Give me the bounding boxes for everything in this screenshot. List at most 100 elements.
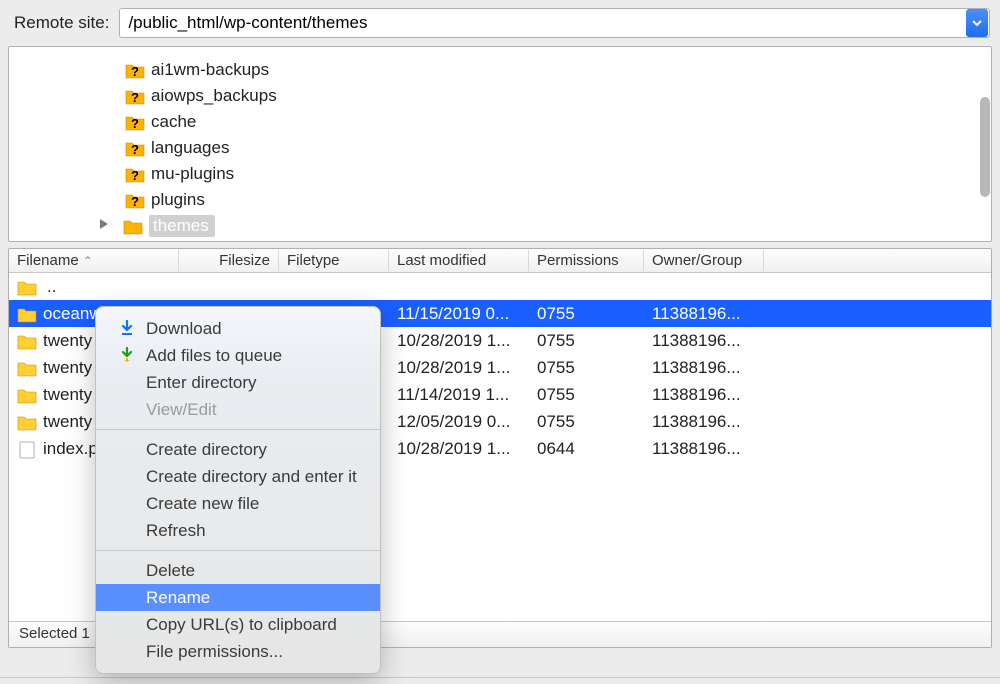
menu-separator — [96, 550, 380, 551]
folder-unknown-icon — [125, 140, 145, 156]
tree-item-label: mu-plugins — [151, 164, 234, 184]
directory-tree-pane: ai1wm-backups aiowps_backupscache language… — [8, 46, 992, 242]
tree-item-label: themes — [149, 215, 215, 237]
folder-icon — [17, 333, 37, 349]
parent-dir-label: .. — [43, 277, 56, 297]
tree-item[interactable]: aiowps_backups — [9, 83, 991, 109]
file-permissions: 0644 — [529, 439, 644, 459]
col-filename[interactable]: Filename⌃ — [9, 250, 179, 271]
menu-item-label: Create new file — [146, 494, 259, 514]
menu-separator — [96, 429, 380, 430]
file-permissions: 0755 — [529, 358, 644, 378]
file-owner: 11388196... — [644, 358, 764, 378]
tree-item-label: aiowps_backups — [151, 86, 277, 106]
tree-item-label: plugins — [151, 190, 205, 210]
menu-item-label: Delete — [146, 561, 195, 581]
col-modified[interactable]: Last modified — [389, 250, 529, 271]
tree-item[interactable]: plugins — [9, 187, 991, 213]
folder-unknown-icon — [125, 62, 145, 78]
folder-unknown-icon — [125, 88, 145, 104]
folder-icon — [123, 218, 143, 234]
menu-item-label: File permissions... — [146, 642, 283, 662]
file-modified: 10/28/2019 1... — [389, 331, 529, 351]
file-list-header: Filename⌃ Filesize Filetype Last modifie… — [9, 249, 991, 273]
menu-item-label: Create directory and enter it — [146, 467, 357, 487]
tree-item[interactable]: mu-plugins — [9, 161, 991, 187]
folder-icon — [17, 306, 37, 322]
add-queue-icon — [118, 347, 136, 365]
folder-unknown-icon — [125, 166, 145, 182]
folder-icon — [17, 387, 37, 403]
menu-item-delete[interactable]: Delete — [96, 557, 380, 584]
remote-site-bar: Remote site: — [0, 0, 1000, 46]
menu-item-label: Rename — [146, 588, 210, 608]
menu-item-download[interactable]: Download — [96, 315, 380, 342]
file-name: index.p — [43, 439, 98, 459]
bottom-divider — [0, 677, 1000, 678]
tree-item-label: languages — [151, 138, 229, 158]
file-permissions: 0755 — [529, 331, 644, 351]
tree-item[interactable]: cache — [9, 109, 991, 135]
file-permissions: 0755 — [529, 385, 644, 405]
folder-unknown-icon — [125, 114, 145, 130]
download-icon — [118, 320, 136, 338]
menu-item-refresh[interactable]: Refresh — [96, 517, 380, 544]
menu-item-enter-directory[interactable]: Enter directory — [96, 369, 380, 396]
col-filetype[interactable]: Filetype — [279, 250, 389, 271]
menu-item-label: Create directory — [146, 440, 267, 460]
remote-path-field[interactable] — [119, 8, 990, 38]
menu-item-create-new-file[interactable]: Create new file — [96, 490, 380, 517]
remote-site-label: Remote site: — [14, 13, 109, 33]
tree-item[interactable]: ai1wm-backups — [9, 57, 991, 83]
parent-dir-row[interactable]: .. — [9, 273, 991, 300]
file-modified: 10/28/2019 1... — [389, 439, 529, 459]
tree-item[interactable]: languages — [9, 135, 991, 161]
col-owner[interactable]: Owner/Group — [644, 250, 764, 271]
file-name: twenty — [43, 412, 92, 432]
menu-item-rename[interactable]: Rename — [96, 584, 380, 611]
menu-item-copy-url-s-to-clipboard[interactable]: Copy URL(s) to clipboard — [96, 611, 380, 638]
menu-item-view-edit: View/Edit — [96, 396, 380, 423]
context-menu: Download Add files to queue Enter director… — [95, 306, 381, 674]
menu-item-label: Download — [146, 319, 222, 339]
menu-item-label: Refresh — [146, 521, 206, 541]
menu-item-add-files-to-queue[interactable]: Add files to queue — [96, 342, 380, 369]
file-modified: 12/05/2019 0... — [389, 412, 529, 432]
menu-item-create-directory[interactable]: Create directory — [96, 436, 380, 463]
menu-item-create-directory-and-enter-it[interactable]: Create directory and enter it — [96, 463, 380, 490]
folder-icon — [17, 360, 37, 376]
col-permissions[interactable]: Permissions — [529, 250, 644, 271]
file-permissions: 0755 — [529, 412, 644, 432]
file-owner: 11388196... — [644, 412, 764, 432]
tree-item-label: cache — [151, 112, 196, 132]
menu-item-label: View/Edit — [146, 400, 217, 420]
menu-item-file-permissions[interactable]: File permissions... — [96, 638, 380, 665]
file-name: twenty — [43, 358, 92, 378]
remote-path-input[interactable] — [120, 9, 966, 37]
file-modified: 10/28/2019 1... — [389, 358, 529, 378]
expander-icon[interactable] — [97, 216, 111, 236]
file-name: twenty — [43, 331, 92, 351]
col-filesize[interactable]: Filesize — [179, 250, 279, 271]
file-owner: 11388196... — [644, 385, 764, 405]
folder-icon — [17, 279, 37, 295]
file-owner: 11388196... — [644, 304, 764, 324]
file-owner: 11388196... — [644, 331, 764, 351]
tree-item-label: ai1wm-backups — [151, 60, 269, 80]
folder-unknown-icon — [125, 192, 145, 208]
file-name: twenty — [43, 385, 92, 405]
file-icon — [17, 441, 37, 457]
file-owner: 11388196... — [644, 439, 764, 459]
tree-scrollbar[interactable] — [980, 97, 990, 197]
tree-item-themes[interactable]: themes — [9, 213, 991, 239]
menu-item-label: Enter directory — [146, 373, 257, 393]
file-name: oceanw — [43, 304, 102, 324]
file-modified: 11/14/2019 1... — [389, 385, 529, 405]
sort-asc-icon: ⌃ — [83, 254, 93, 268]
menu-item-label: Add files to queue — [146, 346, 282, 366]
menu-item-label: Copy URL(s) to clipboard — [146, 615, 337, 635]
file-permissions: 0755 — [529, 304, 644, 324]
path-dropdown-button[interactable] — [966, 9, 988, 37]
file-modified: 11/15/2019 0... — [389, 304, 529, 324]
folder-icon — [17, 414, 37, 430]
